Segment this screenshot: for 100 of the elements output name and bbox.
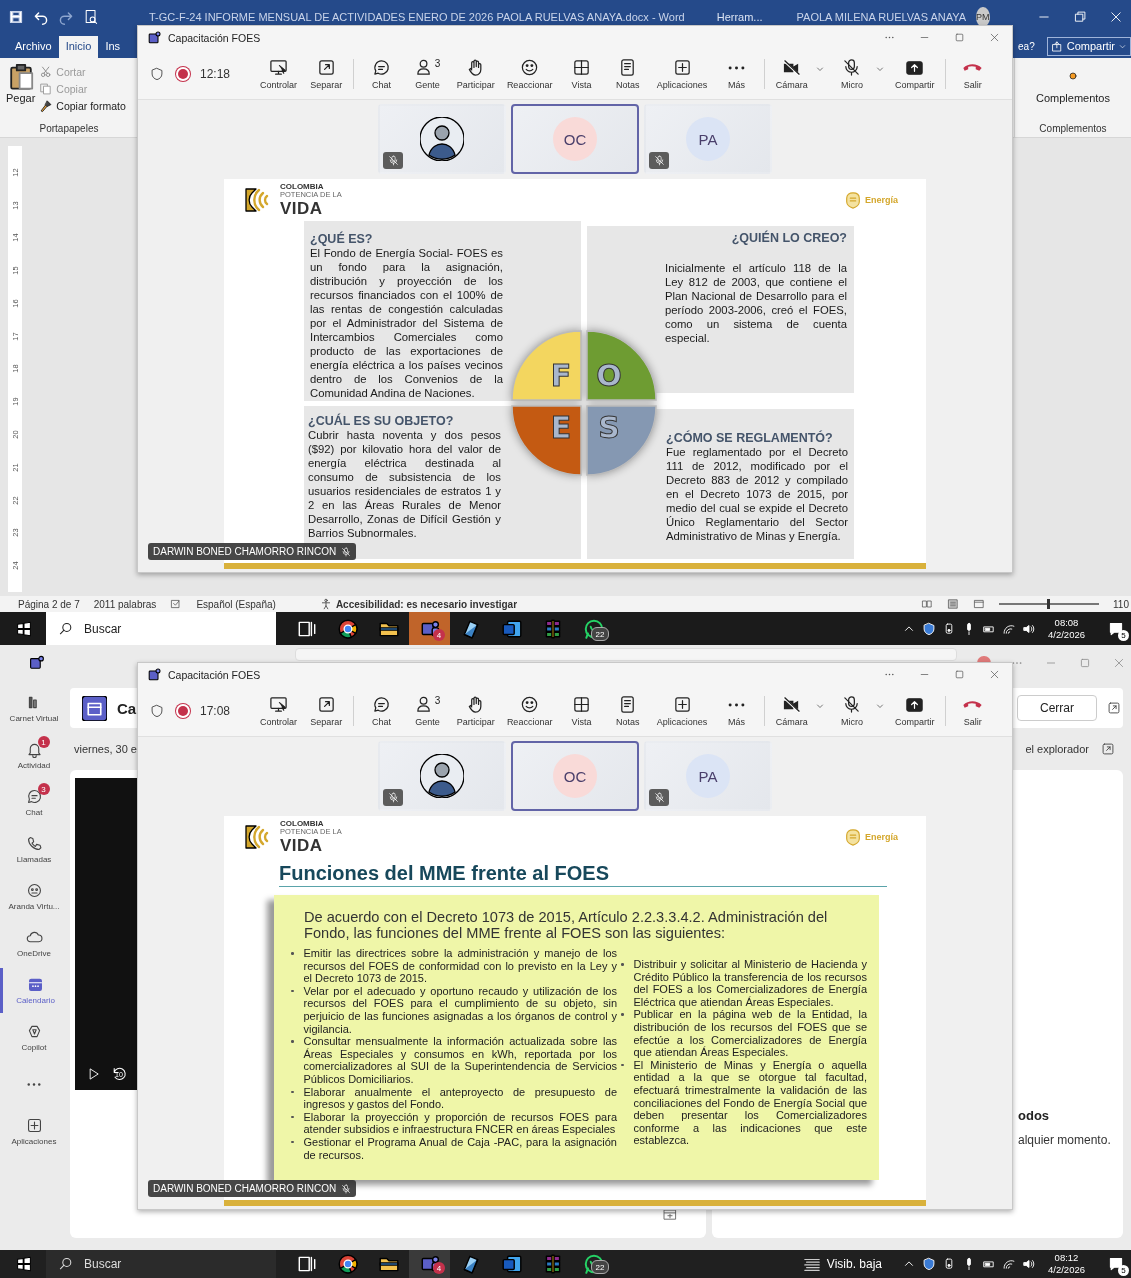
toolbar-button[interactable]: Vista: [562, 693, 601, 729]
quadrant-text: El Fondo de Energía Social- FOES es un fondo para la asignación, distribución y proyección de los recursos financiados con el 100% de las rentas de congestión calculadas por el Administrador del Sistema de Intercambios Comerciales como producto de las exportaciones de energía eléctrica a los países vecinos dentro de los Convenios de la Comunidad Andina de Naciones.: [310, 246, 503, 400]
foes-letter: F: [550, 358, 572, 393]
toolbar-button[interactable]: Controlar: [258, 693, 299, 729]
toolbar-button[interactable]: Notas: [608, 56, 647, 92]
sidebar-item[interactable]: Aplicaciones: [0, 1109, 68, 1154]
toolbar-button[interactable]: Chat: [362, 693, 401, 729]
ribbon-command[interactable]: Copiar formato: [39, 99, 126, 113]
zoom-level: 110: [1113, 598, 1129, 610]
meeting-timer: 17:08: [200, 704, 231, 718]
sidebar-item[interactable]: OneDrive: [0, 921, 68, 966]
badge: 5: [1118, 1265, 1129, 1276]
close-button[interactable]: Cerrar: [1017, 695, 1097, 721]
clock-time: 08:12: [1054, 1252, 1079, 1264]
toolbar-button[interactable]: Controlar: [258, 56, 299, 92]
foes-letter: E: [550, 410, 572, 445]
slide-title: Funciones del MME frente al FOES: [279, 862, 887, 887]
toolbar-button[interactable]: Más: [717, 693, 756, 729]
list-item-text: Distribuir y solicitar al Ministerio de Hacienda y Crédito Público la transferencia de los recursos del FOES a los Comercializadores de Energía Eléctrica que atiendan Áreas Especiales.: [633, 958, 867, 1009]
toolbar-button[interactable]: Micro: [832, 56, 871, 92]
link[interactable]: el explorador: [1025, 743, 1089, 755]
avatar: PA: [686, 754, 730, 798]
toolbar-button[interactable]: Participar: [454, 56, 497, 92]
share-button[interactable]: Compartir: [1046, 36, 1131, 56]
badge: 4: [433, 1262, 445, 1274]
quadrant-text: Fue reglamentado por el Decreto 111 de 2012, modificado por el Decreto 883 de 2012 y compilado en el Decreto 1073 de 2015, por medio del cual se expide el Decreto Único Reglamentario del Sector Administrativo de Minas y Energía.: [666, 445, 848, 543]
list-item-text: Elaborar la proyección y proporción de recursos FOES para atender subsidios e infraestructura FNCER en áreas Especiales: [303, 1110, 617, 1136]
logo-text: VIDA: [280, 836, 324, 854]
card-heading: odos: [1018, 1108, 1051, 1123]
quadrant-heading: ¿CÓMO SE REGLAMENTÓ?: [666, 431, 833, 445]
list-item-text: El Ministerio de Minas y Energía o aquella entidad a la que se otorgue tal facultad, efectuará trimestralmente la validación de las conciliaciones del Fondo de Energía Social que deben presentar los Comercializadores conforme a las indicaciones que este establezca.: [633, 1058, 867, 1147]
toolbar-button[interactable]: Cámara: [772, 693, 811, 729]
badge: 22: [591, 627, 609, 641]
toolbar-button[interactable]: Más: [717, 56, 756, 92]
quadrant-heading: ¿QUÉ ES?: [310, 232, 373, 246]
list-item-text: Consultar mensualmente la información actualizada sobre las Áreas Especiales y consumos en kWh, reportada por los comercializadores al SUI de la Superintendencia de Servicios Públicos Domiciliarios.: [303, 1035, 617, 1086]
badge: 4: [433, 629, 445, 641]
toolbar-button[interactable]: Vista: [562, 56, 601, 92]
avatar: OC: [553, 754, 597, 798]
toolbar-button[interactable]: Notas: [608, 693, 647, 729]
ribbon-tab[interactable]: Archivo: [8, 36, 59, 58]
card-text: alquier momento.: [1018, 1133, 1112, 1147]
sidebar-item[interactable]: 1 Actividad: [0, 733, 68, 778]
group-label: Portapapeles: [38, 123, 100, 134]
badge: 1: [37, 736, 50, 748]
ribbon-tab[interactable]: Inicio: [58, 36, 99, 58]
toolbar-button[interactable]: Reaccionar: [504, 56, 555, 92]
toolbar-button[interactable]: Compartir: [893, 56, 937, 92]
participant-count: 3: [434, 695, 441, 706]
toolbar-button[interactable]: Aplicaciones: [654, 56, 710, 92]
intro-text: De acuerdo con el Decreto 1073 de 2015, Artículo 2.2.3.3.4.2. Administración del Fondo, las funciones del MME frente al FOES son las siguientes:: [304, 909, 829, 941]
toolbar-button[interactable]: Compartir: [893, 693, 937, 729]
toolbar-button[interactable]: 3 Gente: [408, 693, 447, 729]
toolbar-button[interactable]: Micro: [832, 693, 871, 729]
presenter-name: DARWIN BONED CHAMORRO RINCON: [153, 546, 337, 557]
search-hint: ea?: [1018, 40, 1035, 52]
toolbar-button[interactable]: Salir: [953, 56, 992, 92]
clock-date: 4/2/2026: [1048, 628, 1085, 641]
addins-button[interactable]: Complementos: [1036, 62, 1110, 104]
weather-text: Visib. baja: [826, 1257, 882, 1271]
sidebar-item[interactable]: Aranda Virtu...: [0, 874, 68, 919]
group-label: Complementos: [1039, 123, 1107, 134]
toolbar-button[interactable]: Salir: [953, 693, 992, 729]
toolbar-button[interactable]: Aplicaciones: [654, 693, 710, 729]
toolbar-button[interactable]: Cámara: [772, 56, 811, 92]
page-count: Página 2 de 7: [18, 598, 80, 610]
sidebar-item[interactable]: 3 Chat: [0, 780, 68, 825]
accessibility-status[interactable]: Accesibilidad: es necesario investigar: [335, 598, 518, 610]
window-title: Capacitación FOES: [168, 668, 261, 681]
search-field[interactable]: Buscar: [46, 612, 276, 645]
quadrant-text: Inicialmente el artículo 118 de la Ley 812 de 2003, que contiene el Plan Nacional de Desarrollo para el período 2003-2006, creó el FOES, como un sistema de cuenta especial.: [665, 261, 847, 345]
list-item-text: Velar por el adecuado y oportuno recaudo y utilización de los recursos del FOES para el cumplimiento de su objeto, sin perjuicio de las funciones asignadas a los órganos de control y vigilancia.: [303, 984, 617, 1036]
ministry-name: Energía: [865, 195, 898, 205]
sidebar-item[interactable]: Copilot: [0, 1015, 68, 1060]
meeting-timer: 12:18: [200, 67, 231, 81]
badge: 3: [37, 783, 50, 795]
list-item-text: Elaborar anualmente el anteproyecto de presupuesto de ingresos y gastos del Fondo.: [303, 1085, 617, 1111]
foes-letter: O: [596, 358, 622, 393]
search-field[interactable]: Buscar: [46, 1250, 276, 1278]
toolbar-button[interactable]: Reaccionar: [504, 693, 555, 729]
badge: 22: [591, 1260, 609, 1274]
logo-text: COLOMBIA: [280, 820, 325, 829]
toolbar-button[interactable]: Separar: [307, 693, 346, 729]
toolbar-button[interactable]: 3 Gente: [408, 56, 447, 92]
paste-button[interactable]: Pegar: [6, 62, 36, 113]
quadrant-heading: ¿QUIÉN LO CREO?: [731, 231, 847, 245]
toolbar-button[interactable]: Participar: [454, 693, 497, 729]
sidebar-item[interactable]: Carnet Virtual: [0, 686, 68, 731]
toolbar-button[interactable]: Separar: [307, 56, 346, 92]
toolbar-button[interactable]: Chat: [362, 56, 401, 92]
clock-date: 4/2/2026: [1048, 1264, 1085, 1276]
badge: 5: [1118, 629, 1129, 641]
sidebar-item[interactable]: Llamadas: [0, 827, 68, 872]
foes-letter: S: [598, 410, 620, 445]
avatar: OC: [553, 117, 597, 161]
ribbon-tab[interactable]: Ins: [98, 36, 128, 58]
quadrant-heading: ¿CUÁL ES SU OBJETO?: [308, 414, 454, 428]
language[interactable]: Español (España): [196, 598, 276, 610]
list-item-text: Publicar en la página web de la Entidad, la distribución de los recursos del FOES que se efectúe a los Comercializadores de Energía que atiendan Áreas Especiales.: [633, 1008, 867, 1059]
ribbon-tab[interactable]: Herram...: [716, 11, 763, 23]
